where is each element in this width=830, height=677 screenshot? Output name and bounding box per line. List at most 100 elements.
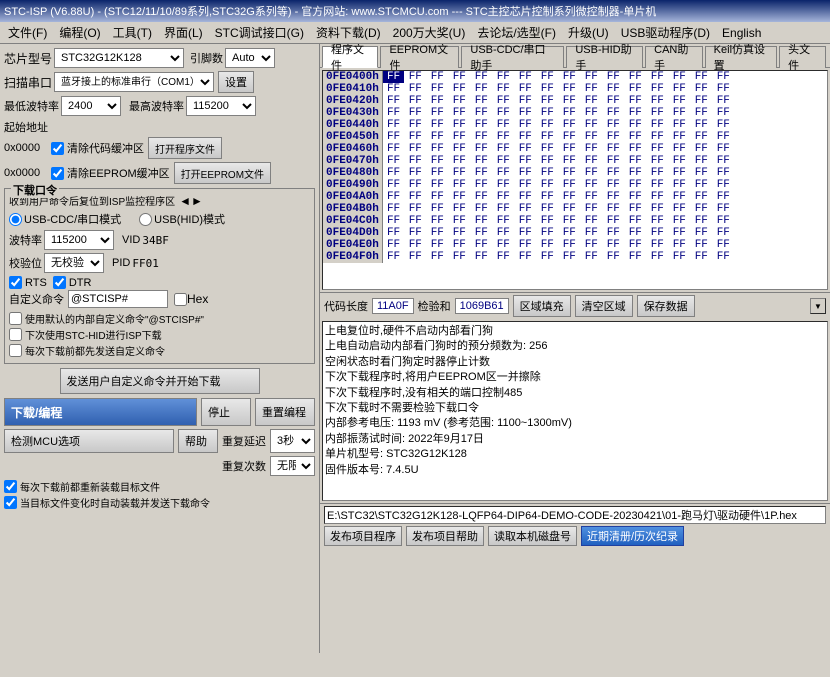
hex-cell[interactable]: FF	[404, 71, 426, 83]
tab-can[interactable]: CAN助手	[645, 46, 703, 68]
hex-cell[interactable]: FF	[624, 227, 646, 239]
hex-address[interactable]: 0FE04D0h	[323, 227, 382, 239]
hex-cell[interactable]: FF	[602, 107, 624, 119]
hex-cell[interactable]: FF	[492, 119, 514, 131]
hex-cell[interactable]: FF	[536, 95, 558, 107]
hex-cell[interactable]: FF	[646, 251, 668, 263]
hex-cell[interactable]: FF	[492, 179, 514, 191]
hex-cell[interactable]: FF	[690, 191, 712, 203]
hex-cell[interactable]: FF	[624, 119, 646, 131]
clear-code-checkbox[interactable]	[51, 142, 64, 155]
hex-cell[interactable]: FF	[492, 143, 514, 155]
rts-checkbox[interactable]	[9, 276, 22, 289]
baud-select2[interactable]: 115200	[44, 230, 114, 250]
hex-cell[interactable]: FF	[536, 227, 558, 239]
hex-cell[interactable]: FF	[558, 71, 580, 83]
hex-cell[interactable]: FF	[470, 71, 492, 83]
hex-address[interactable]: 0FE0490h	[323, 179, 382, 191]
hex-cell[interactable]: FF	[382, 95, 404, 107]
hex-cell[interactable]: FF	[382, 167, 404, 179]
hex-cell[interactable]: FF	[536, 203, 558, 215]
hex-cell[interactable]: FF	[448, 203, 470, 215]
read-machine-button[interactable]: 读取本机磁盘号	[488, 526, 577, 546]
hex-cell[interactable]: FF	[602, 167, 624, 179]
hex-address[interactable]: 0FE04F0h	[323, 251, 382, 263]
hex-cell[interactable]: FF	[536, 119, 558, 131]
usb-cdc-radio[interactable]	[9, 213, 22, 226]
hex-cell[interactable]: FF	[514, 179, 536, 191]
hex-cell[interactable]: FF	[448, 83, 470, 95]
hex-cell[interactable]: FF	[536, 239, 558, 251]
hex-cell[interactable]: FF	[448, 95, 470, 107]
hex-address[interactable]: 0FE0440h	[323, 119, 382, 131]
hex-cell[interactable]: FF	[558, 143, 580, 155]
hex-cell[interactable]: FF	[668, 191, 690, 203]
hex-cell[interactable]: FF	[646, 239, 668, 251]
hex-address[interactable]: 0FE0480h	[323, 167, 382, 179]
hex-cell[interactable]: FF	[690, 227, 712, 239]
hex-cell[interactable]: FF	[382, 215, 404, 227]
hex-cell[interactable]: FF	[492, 95, 514, 107]
hex-cell[interactable]: FF	[514, 227, 536, 239]
hex-cell[interactable]: FF	[712, 215, 734, 227]
hex-cell[interactable]: FF	[580, 131, 602, 143]
hex-cell[interactable]: FF	[514, 167, 536, 179]
hex-cell[interactable]: FF	[426, 131, 448, 143]
menu-tools[interactable]: 工具(T)	[107, 22, 158, 43]
hex-cell[interactable]: FF	[646, 83, 668, 95]
hex-cell[interactable]: FF	[426, 239, 448, 251]
open-eeprom-button[interactable]: 打开EEPROM文件	[174, 162, 271, 184]
menu-usb-driver[interactable]: USB驱动程序(D)	[615, 22, 716, 43]
hex-cell[interactable]: FF	[448, 251, 470, 263]
hex-cell[interactable]: FF	[426, 143, 448, 155]
hex-cell[interactable]: FF	[448, 107, 470, 119]
hex-cell[interactable]: FF	[426, 227, 448, 239]
hex-cell[interactable]: FF	[602, 227, 624, 239]
menu-prize[interactable]: 200万大奖(U)	[387, 22, 472, 43]
hex-cell[interactable]: FF	[514, 131, 536, 143]
hex-cell[interactable]: FF	[492, 83, 514, 95]
hex-cell[interactable]: FF	[646, 119, 668, 131]
hex-cell[interactable]: FF	[646, 107, 668, 119]
dtr-checkbox[interactable]	[53, 276, 66, 289]
hex-cell[interactable]: FF	[426, 83, 448, 95]
hex-cell[interactable]: FF	[536, 71, 558, 83]
hex-cell[interactable]: FF	[624, 191, 646, 203]
hex-cell[interactable]: FF	[580, 143, 602, 155]
hex-cell[interactable]: FF	[580, 203, 602, 215]
hex-cell[interactable]: FF	[470, 251, 492, 263]
hex-cell[interactable]: FF	[558, 203, 580, 215]
hex-cell[interactable]: FF	[492, 71, 514, 83]
hex-cell[interactable]: FF	[536, 83, 558, 95]
hex-cell[interactable]: FF	[514, 95, 536, 107]
hex-cell[interactable]: FF	[492, 251, 514, 263]
hex-cell[interactable]: FF	[646, 167, 668, 179]
hex-cell[interactable]: FF	[514, 239, 536, 251]
hex-cell[interactable]: FF	[514, 215, 536, 227]
hex-checkbox[interactable]	[174, 293, 187, 306]
hex-cell[interactable]: FF	[624, 95, 646, 107]
hex-cell[interactable]: FF	[536, 215, 558, 227]
use-hid-checkbox[interactable]	[9, 328, 22, 341]
hex-cell[interactable]: FF	[668, 131, 690, 143]
hex-cell[interactable]: FF	[712, 119, 734, 131]
hex-cell[interactable]: FF	[470, 143, 492, 155]
usb-hid-radio-label[interactable]: USB(HID)模式	[139, 211, 225, 227]
hex-cell[interactable]: FF	[514, 155, 536, 167]
hex-cell[interactable]: FF	[602, 71, 624, 83]
reload-target-checkbox[interactable]	[4, 480, 17, 493]
hex-cell[interactable]: FF	[382, 71, 404, 83]
hex-address[interactable]: 0FE0460h	[323, 143, 382, 155]
hex-cell[interactable]: FF	[492, 203, 514, 215]
hex-cell[interactable]: FF	[624, 251, 646, 263]
hex-cell[interactable]: FF	[448, 119, 470, 131]
hex-cell[interactable]: FF	[382, 251, 404, 263]
tab-eeprom-file[interactable]: EEPROM文件	[380, 46, 459, 68]
hex-cell[interactable]: FF	[624, 179, 646, 191]
hex-cell[interactable]: FF	[470, 83, 492, 95]
hex-cell[interactable]: FF	[646, 203, 668, 215]
hex-cell[interactable]: FF	[602, 131, 624, 143]
hex-cell[interactable]: FF	[646, 191, 668, 203]
hex-cell[interactable]: FF	[668, 155, 690, 167]
hex-cell[interactable]: FF	[624, 107, 646, 119]
